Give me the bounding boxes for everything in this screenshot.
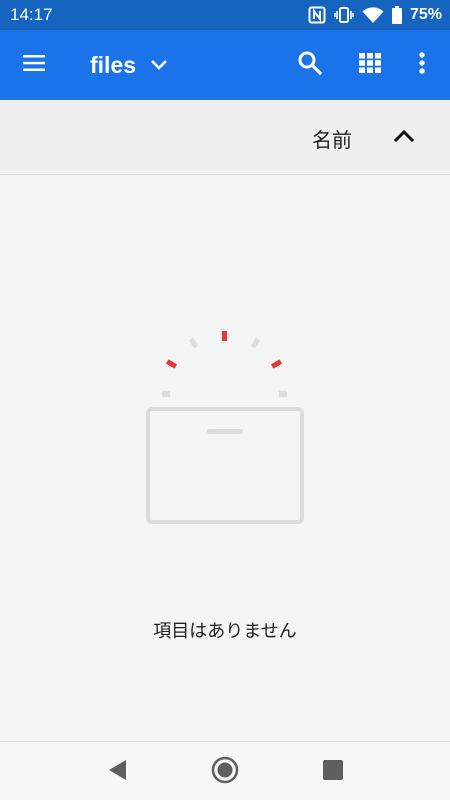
app-bar: files	[0, 30, 450, 100]
wifi-icon	[362, 6, 384, 24]
home-button[interactable]	[205, 752, 245, 792]
recents-icon	[323, 760, 343, 784]
grid-view-button[interactable]	[346, 41, 394, 89]
empty-message: 項目はありません	[153, 621, 297, 642]
status-icons: 75%	[308, 6, 442, 24]
status-bar: 14:17 75%	[0, 0, 450, 30]
vibrate-icon	[334, 6, 354, 24]
sort-bar: 名前	[0, 100, 450, 175]
empty-box-icon	[140, 325, 310, 530]
back-icon	[108, 759, 128, 785]
app-title: files	[90, 51, 137, 78]
menu-icon	[22, 51, 46, 79]
recents-button[interactable]	[313, 752, 353, 792]
dropdown-icon	[150, 56, 168, 75]
battery-icon	[391, 6, 402, 24]
search-icon	[297, 50, 323, 80]
more-options-button[interactable]	[400, 41, 444, 89]
status-time: 14:17	[10, 5, 53, 24]
grid-view-icon	[359, 53, 381, 77]
battery-percent: 75%	[409, 6, 442, 23]
sort-label[interactable]: 名前	[300, 124, 364, 153]
chevron-up-icon	[392, 128, 416, 148]
home-icon	[211, 756, 239, 788]
back-button[interactable]	[98, 752, 138, 792]
folder-selector[interactable]: files	[84, 41, 168, 89]
search-button[interactable]	[286, 41, 334, 89]
nfc-icon	[308, 6, 326, 24]
navigation-bar	[0, 741, 450, 800]
menu-button[interactable]	[10, 41, 58, 89]
more-vert-icon	[418, 51, 426, 79]
sort-direction-button[interactable]	[380, 114, 428, 162]
